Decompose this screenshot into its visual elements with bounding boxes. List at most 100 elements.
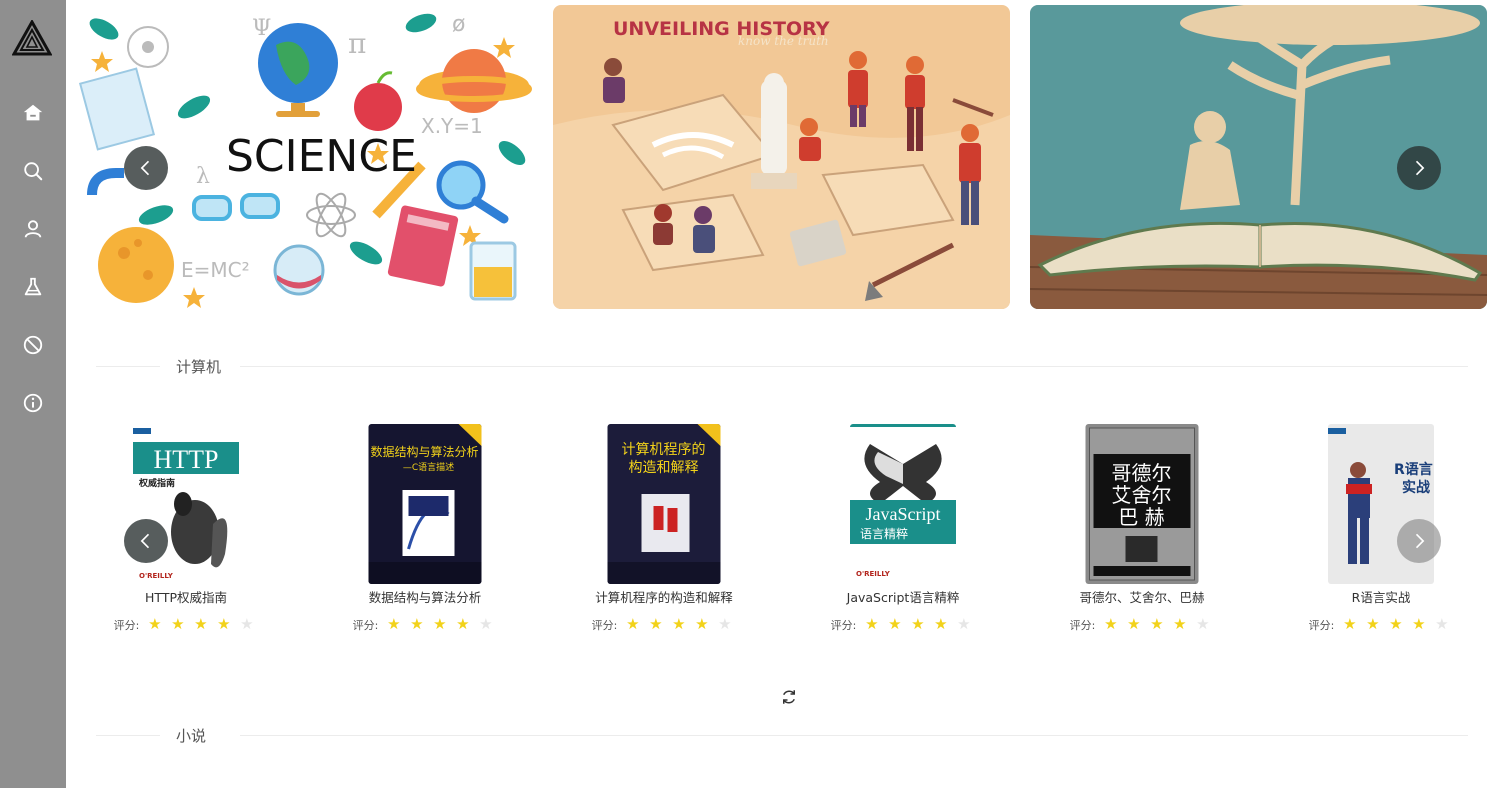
book-cover[interactable]: JavaScript 语言精粹 O'REILLY bbox=[850, 424, 956, 584]
svg-text:X.Y=1: X.Y=1 bbox=[421, 114, 483, 138]
svg-text:O'REILLY: O'REILLY bbox=[139, 572, 174, 580]
svg-text:哥德尔: 哥德尔 bbox=[1112, 461, 1172, 485]
svg-text:R语言: R语言 bbox=[1394, 461, 1433, 478]
section-header-computer: 计算机 bbox=[96, 356, 1468, 376]
book-rating: 评分: ★ ★ ★ ★ ★ bbox=[803, 617, 1003, 633]
star-icon: ★ bbox=[718, 617, 732, 633]
sidebar-item-user[interactable] bbox=[0, 200, 66, 258]
chevron-right-icon bbox=[1415, 533, 1425, 549]
book-carousel: HTTP 权威指南 O'REILLY HTTP权威指南 评分: ★ ★ ★ ★ ★ 数据… bbox=[66, 424, 1491, 644]
book-title[interactable]: HTTP权威指南 bbox=[86, 587, 286, 606]
divider bbox=[240, 366, 1468, 367]
star-icon: ★ bbox=[1343, 617, 1357, 633]
book-title[interactable]: 数据结构与算法分析 bbox=[325, 587, 525, 606]
banner-prev-button[interactable] bbox=[124, 146, 168, 190]
star-icon: ★ bbox=[649, 617, 663, 633]
main-content: SCIENCE E=MC² X.Y=1 π λ Ψ ø UNVEILING HI… bbox=[66, 0, 1491, 788]
book-rating: 评分: ★ ★ ★ ★ ★ bbox=[564, 617, 764, 633]
book-cover[interactable]: 数据结构与算法分析 —C语言描述 bbox=[368, 424, 482, 584]
rating-stars: ★ ★ ★ ★ ★ bbox=[621, 617, 736, 633]
divider bbox=[96, 735, 160, 736]
star-icon: ★ bbox=[479, 617, 493, 633]
book-title[interactable]: R语言实战 bbox=[1281, 587, 1481, 606]
star-icon: ★ bbox=[672, 617, 686, 633]
svg-text:—C语言描述: —C语言描述 bbox=[403, 461, 454, 473]
user-icon bbox=[24, 220, 42, 238]
book-cover[interactable]: 计算机程序的 构造和解释 bbox=[607, 424, 721, 584]
book-title[interactable]: JavaScript语言精粹 bbox=[803, 587, 1003, 606]
svg-text:语言精粹: 语言精粹 bbox=[860, 527, 908, 541]
section-header-novel: 小说 bbox=[96, 725, 1468, 745]
star-icon: ★ bbox=[217, 617, 231, 633]
section-title: 小说 bbox=[176, 727, 207, 745]
svg-text:巴 赫: 巴 赫 bbox=[1118, 505, 1164, 529]
sidebar-item-block[interactable] bbox=[0, 316, 66, 374]
rating-stars: ★ ★ ★ ★ ★ bbox=[382, 617, 497, 633]
svg-text:实战: 实战 bbox=[1402, 479, 1430, 496]
star-icon: ★ bbox=[626, 617, 640, 633]
books-prev-button[interactable] bbox=[124, 519, 168, 563]
sidebar-item-search[interactable] bbox=[0, 142, 66, 200]
books-next-button[interactable] bbox=[1397, 519, 1441, 563]
search-icon bbox=[24, 162, 43, 181]
banner-carousel: SCIENCE E=MC² X.Y=1 π λ Ψ ø UNVEILING HI… bbox=[66, 5, 1491, 309]
star-icon: ★ bbox=[171, 617, 185, 633]
svg-text:π: π bbox=[348, 27, 366, 60]
rating-label: 评分: bbox=[352, 619, 379, 632]
star-icon: ★ bbox=[1389, 617, 1403, 633]
star-icon: ★ bbox=[888, 617, 902, 633]
star-icon: ★ bbox=[1127, 617, 1141, 633]
rating-label: 评分: bbox=[113, 619, 140, 632]
star-icon: ★ bbox=[911, 617, 925, 633]
chevron-right-icon bbox=[1415, 160, 1425, 176]
sidebar-nav bbox=[0, 84, 66, 432]
rating-label: 评分: bbox=[830, 619, 857, 632]
slide1-word: SCIENCE bbox=[226, 131, 417, 182]
star-icon: ★ bbox=[1104, 617, 1118, 633]
refresh-icon bbox=[783, 690, 795, 704]
chevron-left-icon bbox=[140, 160, 150, 176]
info-icon bbox=[23, 393, 43, 413]
svg-text:数据结构与算法分析: 数据结构与算法分析 bbox=[370, 444, 478, 459]
star-icon: ★ bbox=[1435, 617, 1449, 633]
rating-label: 评分: bbox=[1069, 619, 1096, 632]
svg-text:权威指南: 权威指南 bbox=[138, 477, 175, 489]
star-icon: ★ bbox=[865, 617, 879, 633]
book-rating: 评分: ★ ★ ★ ★ ★ bbox=[325, 617, 525, 633]
star-icon: ★ bbox=[934, 617, 948, 633]
star-icon: ★ bbox=[1173, 617, 1187, 633]
rating-stars: ★ ★ ★ ★ ★ bbox=[143, 617, 258, 633]
star-icon: ★ bbox=[240, 617, 254, 633]
book-rating: 评分: ★ ★ ★ ★ ★ bbox=[1042, 617, 1242, 633]
star-icon: ★ bbox=[695, 617, 709, 633]
svg-text:HTTP: HTTP bbox=[154, 445, 219, 474]
star-icon: ★ bbox=[1196, 617, 1210, 633]
star-icon: ★ bbox=[1412, 617, 1426, 633]
star-icon: ★ bbox=[194, 617, 208, 633]
star-icon: ★ bbox=[1366, 617, 1380, 633]
chevron-left-icon bbox=[140, 533, 150, 549]
refresh-button[interactable] bbox=[780, 688, 798, 706]
sidebar-item-home[interactable] bbox=[0, 84, 66, 142]
rating-stars: ★ ★ ★ ★ ★ bbox=[1338, 617, 1453, 633]
svg-text:Ψ: Ψ bbox=[252, 16, 271, 41]
rating-stars: ★ ★ ★ ★ ★ bbox=[860, 617, 975, 633]
star-icon: ★ bbox=[433, 617, 447, 633]
star-icon: ★ bbox=[410, 617, 424, 633]
svg-text:ø: ø bbox=[452, 12, 465, 37]
book-rating: 评分: ★ ★ ★ ★ ★ bbox=[86, 617, 286, 633]
logo-triangle-icon[interactable] bbox=[11, 18, 53, 56]
book-title[interactable]: 哥德尔、艾舍尔、巴赫 bbox=[1042, 587, 1242, 606]
star-icon: ★ bbox=[957, 617, 971, 633]
home-icon bbox=[23, 104, 43, 121]
book-cover[interactable]: 哥德尔 艾舍尔 巴 赫 bbox=[1085, 424, 1199, 584]
banner-slide-history[interactable]: UNVEILING HISTORY know the truth bbox=[553, 5, 1010, 309]
banner-next-button[interactable] bbox=[1397, 146, 1441, 190]
sidebar-item-info[interactable] bbox=[0, 374, 66, 432]
section-title: 计算机 bbox=[176, 358, 222, 376]
star-icon: ★ bbox=[456, 617, 470, 633]
rating-stars: ★ ★ ★ ★ ★ bbox=[1099, 617, 1214, 633]
book-title[interactable]: 计算机程序的构造和解释 bbox=[564, 587, 764, 606]
star-icon: ★ bbox=[387, 617, 401, 633]
sidebar-item-lab[interactable] bbox=[0, 258, 66, 316]
